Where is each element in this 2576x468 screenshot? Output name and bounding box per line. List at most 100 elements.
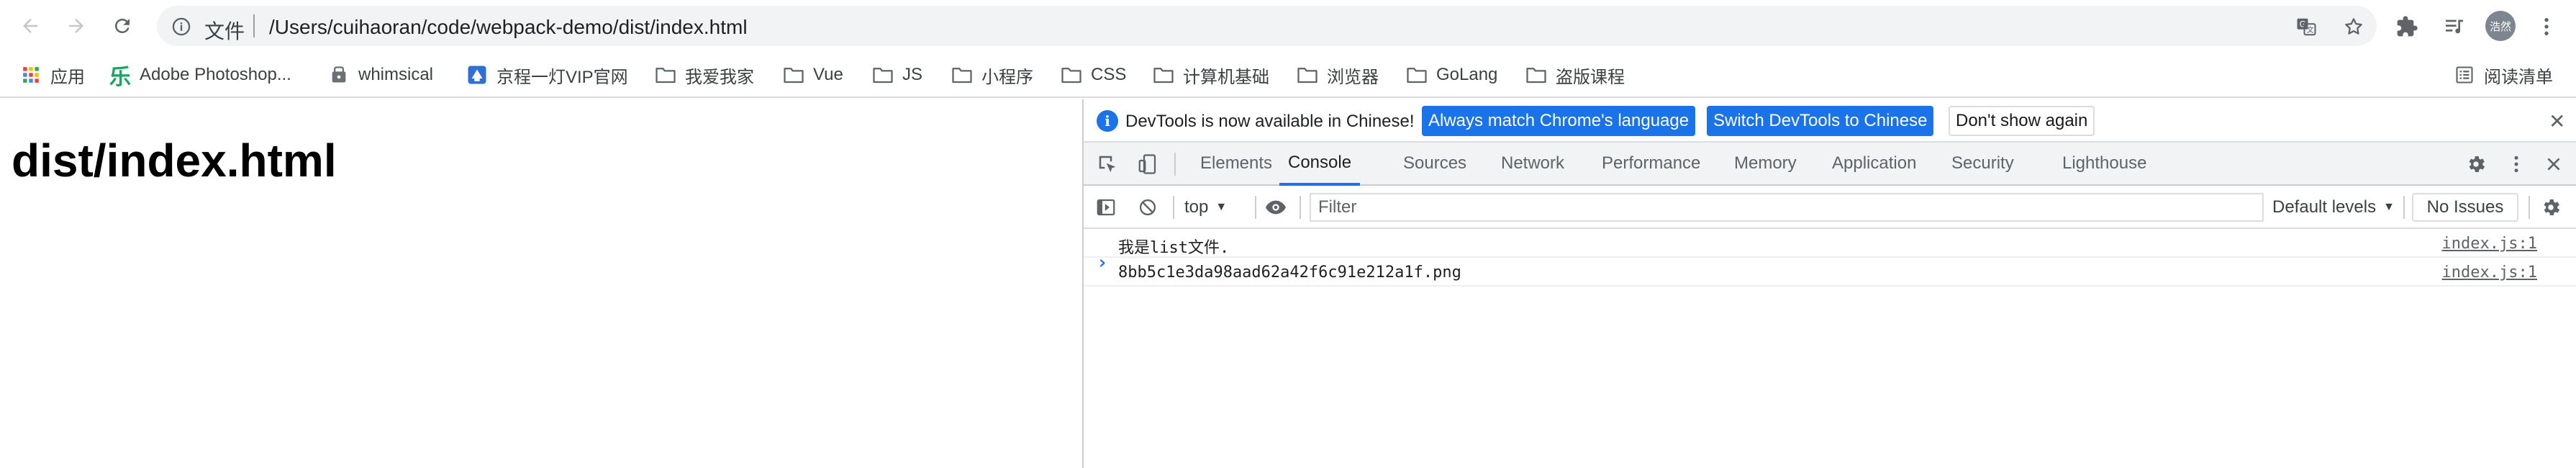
bookmark-folder-miniprogram[interactable]: 小程序 [951,62,1033,88]
folder-icon [1406,64,1428,86]
more-vert-icon[interactable] [2533,13,2560,40]
folder-icon [783,64,804,86]
log-levels-dropdown[interactable]: Default levels ▼ [2272,196,2395,219]
console-settings-gear-icon[interactable] [2539,195,2563,220]
clear-console-icon[interactable] [1135,195,1160,220]
bookmark-folder-js[interactable]: JS [872,62,922,88]
tab-memory[interactable]: Memory [1734,143,1797,184]
bookmark-apps[interactable]: 应用 [20,62,85,88]
tab-performance[interactable]: Performance [1602,143,1700,184]
console-messages: 我是list文件. index.js:1 8bb5c1e3da98aad62a4… [1084,229,2576,287]
divider [1173,196,1174,219]
console-toolbar: top ▼ Default levels ▼ No Issues [1084,186,2576,229]
bookmark-label: 浏览器 [1327,67,1379,87]
bookmark-folder-browser[interactable]: 浏览器 [1297,62,1379,88]
url-text[interactable]: /Users/cuihaoran/code/webpack-demo/dist/… [269,16,748,39]
back-button[interactable] [14,10,46,42]
bookmark-folder-woaiwojia[interactable]: 我爱我家 [655,62,754,88]
bookmark-folder-css[interactable]: CSS [1061,62,1126,88]
divider [2529,196,2530,219]
issues-button[interactable]: No Issues [2412,193,2518,222]
media-queue-icon[interactable] [2441,13,2468,40]
arrow-left-icon [23,19,37,33]
info-icon[interactable] [171,17,191,40]
page-viewport: dist/index.html [0,99,1082,468]
bookmark-label: 我爱我家 [685,67,754,87]
folder-icon [1061,64,1082,86]
reading-list-button[interactable]: 阅读清单 [2454,62,2553,88]
folder-icon [1525,64,1547,86]
bookmarks-bar: 应用 乐 Adobe Photoshop... whimsical 京程一灯VI… [0,52,2576,98]
bookmark-label: whimsical [358,65,434,84]
source-link[interactable]: index.js:1 [2442,235,2537,253]
bookmark-label: Adobe Photoshop... [140,65,291,84]
folder-icon [872,64,894,86]
divider [1174,153,1176,176]
context-selector[interactable]: top ▼ [1184,196,1227,219]
page-title: dist/index.html [12,135,337,186]
devtools-tabbar: Elements Console Sources Network Perform… [1084,143,2576,186]
avatar[interactable]: 浩然 [2485,11,2516,41]
folder-icon [951,64,973,86]
arrow-right-icon [69,19,83,33]
url-scheme-label: 文件 [204,20,245,42]
bookmark-folder-vue[interactable]: Vue [783,62,843,88]
folder-icon [1297,64,1318,86]
bookmark-star-icon[interactable] [2341,14,2366,39]
translate-icon[interactable]: G文 [2294,14,2318,39]
language-infobar: i DevTools is now available in Chinese! … [1084,99,2576,143]
bookmark-folder-courses[interactable]: 盗版课程 [1525,62,1625,88]
divider [2403,196,2405,219]
bookmark-jingcheng[interactable]: 京程一灯VIP官网 [466,62,628,88]
message-text: 我是list文件. [1118,239,1230,257]
tab-network[interactable]: Network [1501,143,1564,184]
close-devtools-icon[interactable] [2541,152,2566,176]
apps-grid-icon [20,64,42,86]
inspect-element-icon[interactable] [1095,152,1120,176]
reload-icon [114,18,130,33]
browser-toolbar: 文件 /Users/cuihaoran/code/webpack-demo/di… [0,0,2576,52]
extensions-icon[interactable] [2393,13,2421,40]
caret-down-icon: ▼ [2383,201,2395,213]
info-icon: i [1097,110,1118,132]
bookmark-label: GoLang [1436,65,1498,84]
reading-list-icon [2454,64,2475,86]
console-prompt[interactable]: › [1097,252,1108,274]
context-value: top [1184,197,1209,217]
bookmark-folder-cs-basics[interactable]: 计算机基础 [1153,62,1269,88]
reading-list-label: 阅读清单 [2484,67,2553,87]
close-icon[interactable]: ✕ [2549,109,2565,133]
reload-button[interactable] [106,10,138,42]
bookmark-whimsical[interactable]: whimsical [328,62,433,88]
tab-lighthouse[interactable]: Lighthouse [2062,143,2146,184]
address-bar[interactable]: 文件 /Users/cuihaoran/code/webpack-demo/di… [157,6,2377,46]
photoshop-icon: 乐 [109,66,131,89]
sidebar-toggle-icon[interactable] [1094,195,1118,220]
filter-input[interactable] [1310,193,2264,222]
source-link[interactable]: index.js:1 [2442,264,2537,282]
tab-application[interactable]: Application [1832,143,1916,184]
forward-button[interactable] [60,10,92,42]
infobar-message: DevTools is now available in Chinese! [1125,112,1415,131]
divider [253,14,255,37]
eye-icon[interactable] [1264,195,1288,220]
tab-security[interactable]: Security [1951,143,2014,184]
dont-show-again-button[interactable]: Don't show again [1949,106,2095,136]
tab-console[interactable]: Console [1279,143,1361,186]
folder-icon [655,64,676,86]
svg-text:文: 文 [2307,25,2314,35]
bookmark-label: 计算机基础 [1183,67,1269,87]
bookmark-photoshop[interactable]: 乐 Adobe Photoshop... [109,62,291,89]
more-vert-icon[interactable] [2504,152,2529,176]
settings-gear-icon[interactable] [2464,152,2488,176]
device-toolbar-icon[interactable] [1135,152,1160,176]
switch-to-chinese-button[interactable]: Switch DevTools to Chinese [1707,106,1934,136]
tab-sources[interactable]: Sources [1403,143,1466,184]
site-logo-icon [466,64,488,86]
always-match-language-button[interactable]: Always match Chrome's language [1422,106,1696,136]
bookmark-folder-golang[interactable]: GoLang [1406,62,1497,88]
bookmark-label: 小程序 [981,67,1033,87]
console-message: 我是list文件. index.js:1 [1084,229,2576,258]
bookmark-label: 京程一灯VIP官网 [496,67,628,87]
tab-elements[interactable]: Elements [1200,143,1272,184]
